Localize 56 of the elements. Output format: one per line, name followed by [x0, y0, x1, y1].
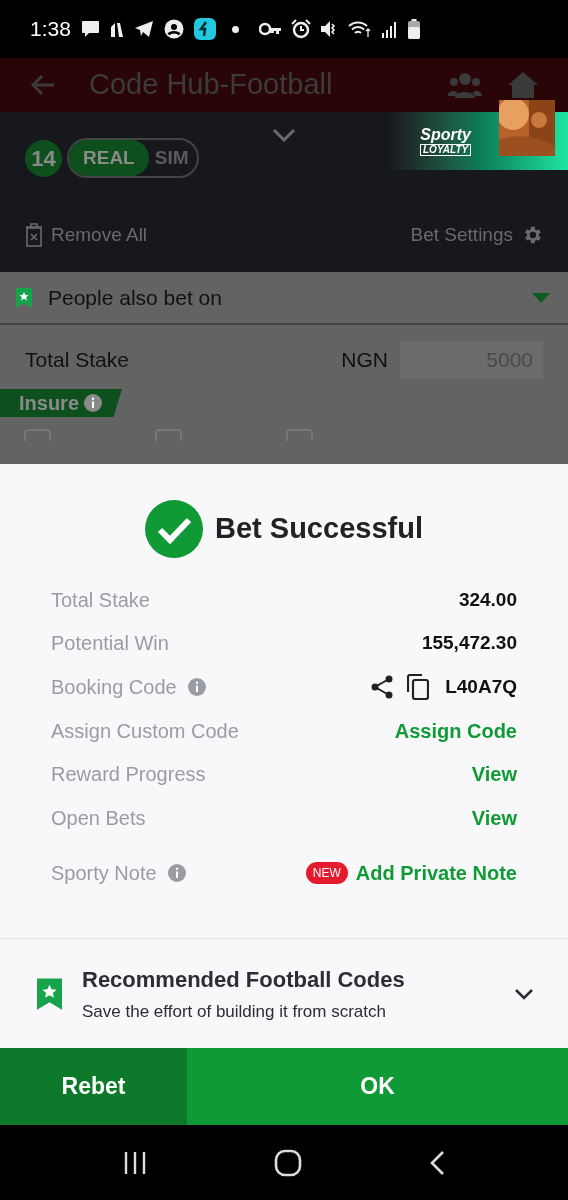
row-label: Sporty Note	[51, 861, 157, 887]
row-label: Total Stake	[51, 587, 150, 613]
collapse-chevron-icon[interactable]	[272, 128, 296, 142]
battery-icon	[408, 19, 420, 39]
stake-label: Total Stake	[25, 347, 129, 374]
bet-settings-link[interactable]: Bet Settings	[410, 221, 513, 250]
people-also-bet-on-bar[interactable]: People also bet on	[0, 272, 568, 325]
action-link[interactable]: View	[471, 802, 517, 833]
info-icon[interactable]	[83, 393, 104, 413]
paper-plane-icon	[133, 20, 154, 38]
row-label: Reward Progress	[51, 762, 206, 788]
currency-label: NGN	[341, 347, 388, 374]
row-label: Open Bets	[51, 805, 146, 831]
row-value: 324.00	[458, 587, 517, 612]
row-label: Booking Code	[51, 675, 177, 700]
section-title: People also bet on	[48, 284, 222, 311]
insure-tag[interactable]: Insure	[0, 389, 122, 417]
ok-button[interactable]: OK	[187, 1048, 568, 1125]
account-icon	[163, 19, 184, 39]
bookmark-star-icon	[37, 977, 62, 1010]
recents-icon[interactable]	[123, 1150, 148, 1175]
mode-option[interactable]: REAL	[69, 140, 149, 176]
dot-icon	[231, 25, 239, 33]
wifi-icon	[348, 20, 372, 38]
recommended-subtitle: Save the effort of building it from scratch	[82, 1000, 387, 1023]
copy-icon[interactable]	[407, 674, 430, 700]
dialog-title: Bet Successful	[215, 511, 423, 547]
row-label: Potential Win	[51, 631, 169, 657]
booking-code: L40A7Q	[445, 674, 517, 699]
new-badge: NEW	[305, 862, 348, 885]
remove-all-link[interactable]: Remove All	[51, 221, 148, 250]
status-time: 1:38	[30, 16, 71, 43]
loyalty-badge: LOYALTY	[420, 143, 472, 156]
recommended-title: Recommended Football Codes	[82, 965, 405, 994]
row-value: 155,472.30	[421, 631, 517, 656]
mode-option[interactable]: SIM	[148, 140, 195, 176]
row-label: Assign Custom Code	[51, 718, 239, 744]
alarm-icon	[291, 19, 311, 39]
action-link[interactable]: Assign Code	[394, 715, 517, 746]
key-icon	[259, 22, 282, 36]
rebet-button[interactable]: Rebet	[0, 1048, 187, 1125]
app-icon	[109, 21, 124, 37]
chevron-down-icon[interactable]	[514, 987, 534, 1000]
signal-icon	[381, 20, 399, 38]
app-icon	[193, 18, 216, 40]
bookmark-star-icon	[16, 287, 32, 308]
home-button-icon[interactable]	[274, 1148, 302, 1177]
trash-icon[interactable]	[25, 223, 43, 248]
success-check-icon	[145, 500, 204, 558]
selection-count: 14	[25, 139, 62, 177]
mode-toggle[interactable]: REAL SIM	[67, 138, 199, 178]
action-link[interactable]: View	[471, 759, 517, 790]
message-icon	[80, 20, 100, 38]
share-icon[interactable]	[371, 675, 394, 699]
loyalty-brand: Sporty	[420, 126, 471, 143]
action-link[interactable]: Add Private Note	[355, 858, 517, 889]
